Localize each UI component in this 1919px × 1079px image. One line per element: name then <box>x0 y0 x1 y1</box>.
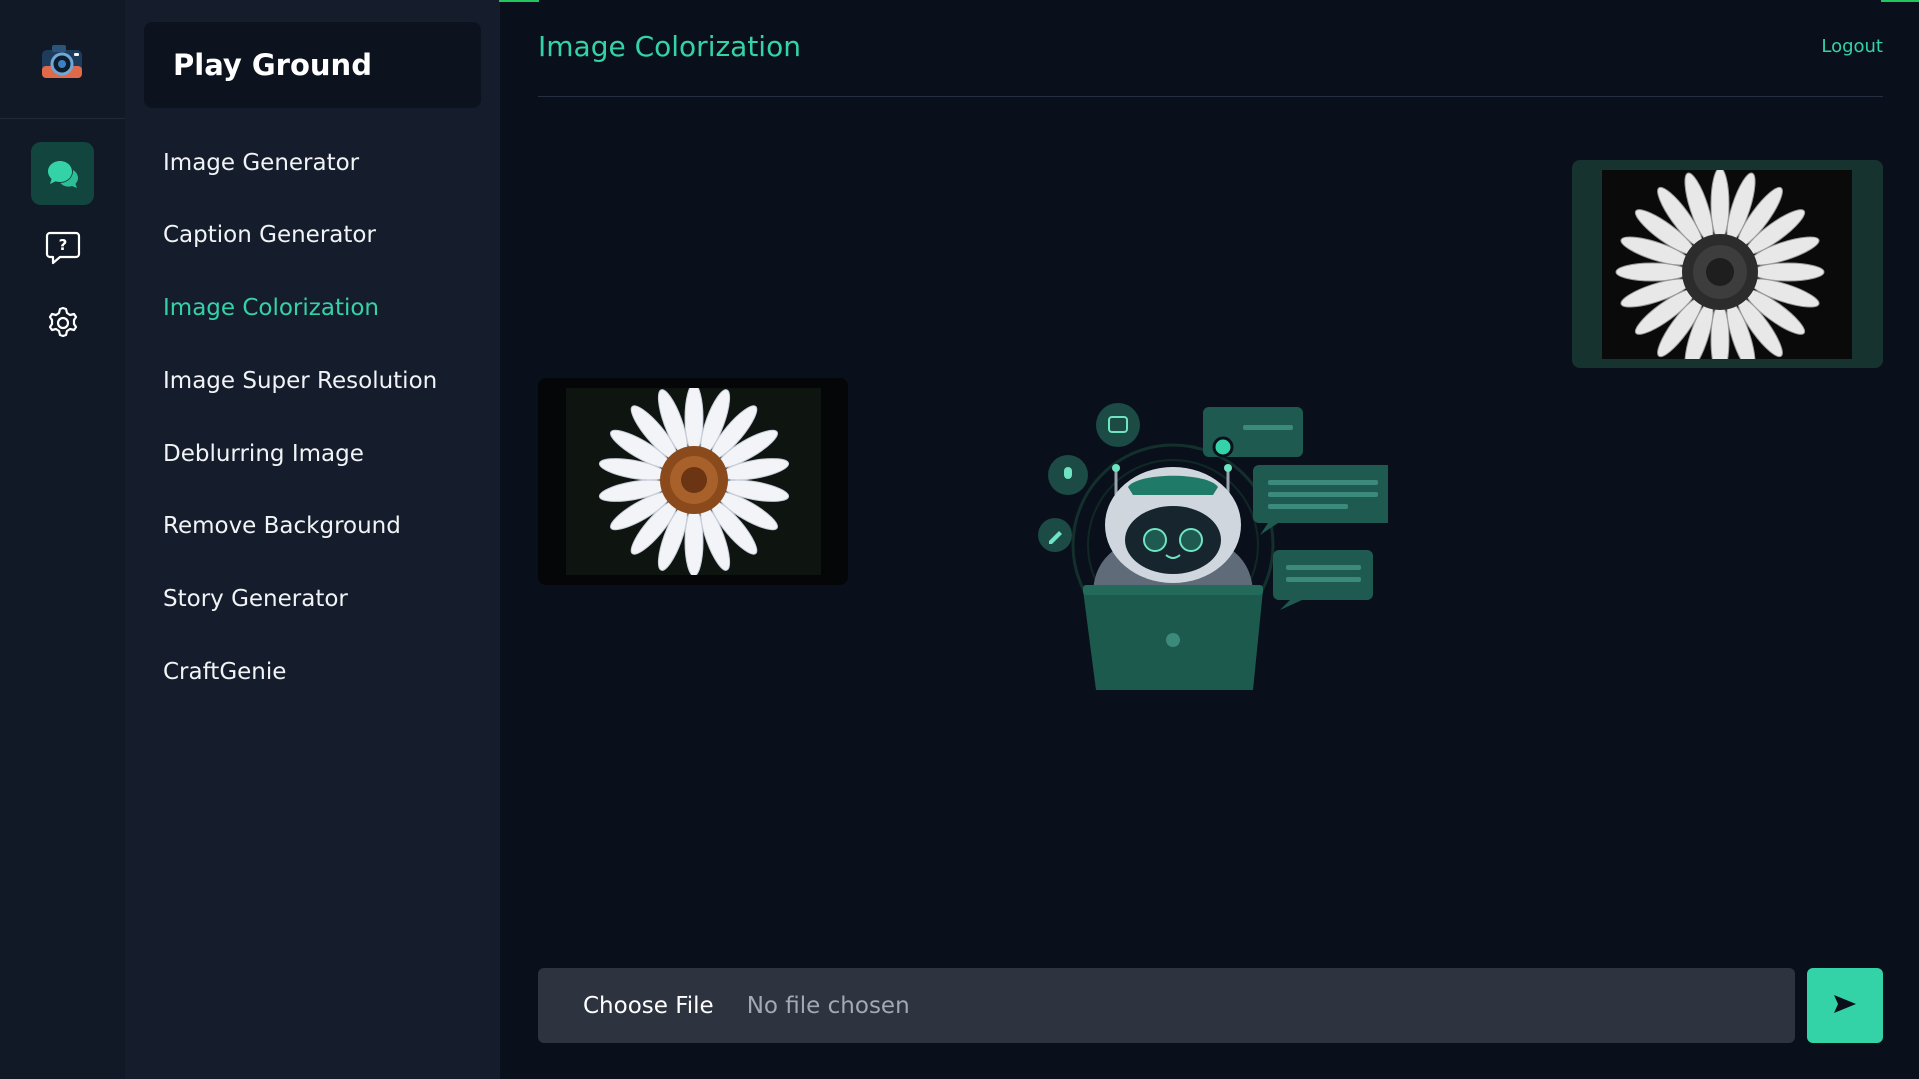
rail-chat-button[interactable] <box>31 142 94 205</box>
file-status-text: No file chosen <box>746 992 910 1019</box>
app-root: ? Play Ground Image Generator Caption Ge… <box>0 0 1919 1079</box>
nav-item-image-super-resolution[interactable]: Image Super Resolution <box>163 361 483 401</box>
page-title: Image Colorization <box>538 30 801 63</box>
playground-nav: Play Ground Image Generator Caption Gene… <box>125 0 500 1079</box>
robot-assistant-illustration <box>1028 395 1393 705</box>
send-arrow-icon <box>1832 993 1858 1019</box>
rail-settings-button[interactable] <box>31 291 94 354</box>
svg-text:?: ? <box>58 236 67 254</box>
rail-help-button[interactable]: ? <box>31 216 94 279</box>
help-bubble-icon: ? <box>44 229 82 267</box>
colorized-image <box>538 378 848 585</box>
nav-item-image-colorization[interactable]: Image Colorization <box>163 288 483 328</box>
nav-item-remove-background[interactable]: Remove Background <box>163 506 483 546</box>
chat-bubbles-icon <box>46 157 80 191</box>
rail-divider <box>0 118 125 119</box>
send-button[interactable] <box>1807 968 1883 1043</box>
top-accent-line <box>1881 0 1919 2</box>
header-divider <box>538 96 1883 97</box>
nav-item-image-generator[interactable]: Image Generator <box>163 143 483 183</box>
choose-file-button[interactable]: Choose File <box>583 993 714 1019</box>
top-accent-line <box>499 0 539 2</box>
nav-item-caption-generator[interactable]: Caption Generator <box>163 215 483 255</box>
nav-item-story-generator[interactable]: Story Generator <box>163 579 483 619</box>
grayscale-image <box>1572 160 1883 368</box>
nav-item-craftgenie[interactable]: CraftGenie <box>163 652 483 692</box>
logout-link[interactable]: Logout <box>1821 36 1883 57</box>
nav-title: Play Ground <box>144 22 481 108</box>
nav-item-deblurring-image[interactable]: Deblurring Image <box>163 434 483 474</box>
gear-icon <box>45 305 81 341</box>
file-input[interactable]: Choose File No file chosen <box>538 968 1795 1043</box>
main-content: Image Colorization Logout Choose File No… <box>538 0 1883 1079</box>
camera-logo-icon[interactable] <box>38 38 86 86</box>
icon-rail: ? <box>0 0 125 1079</box>
